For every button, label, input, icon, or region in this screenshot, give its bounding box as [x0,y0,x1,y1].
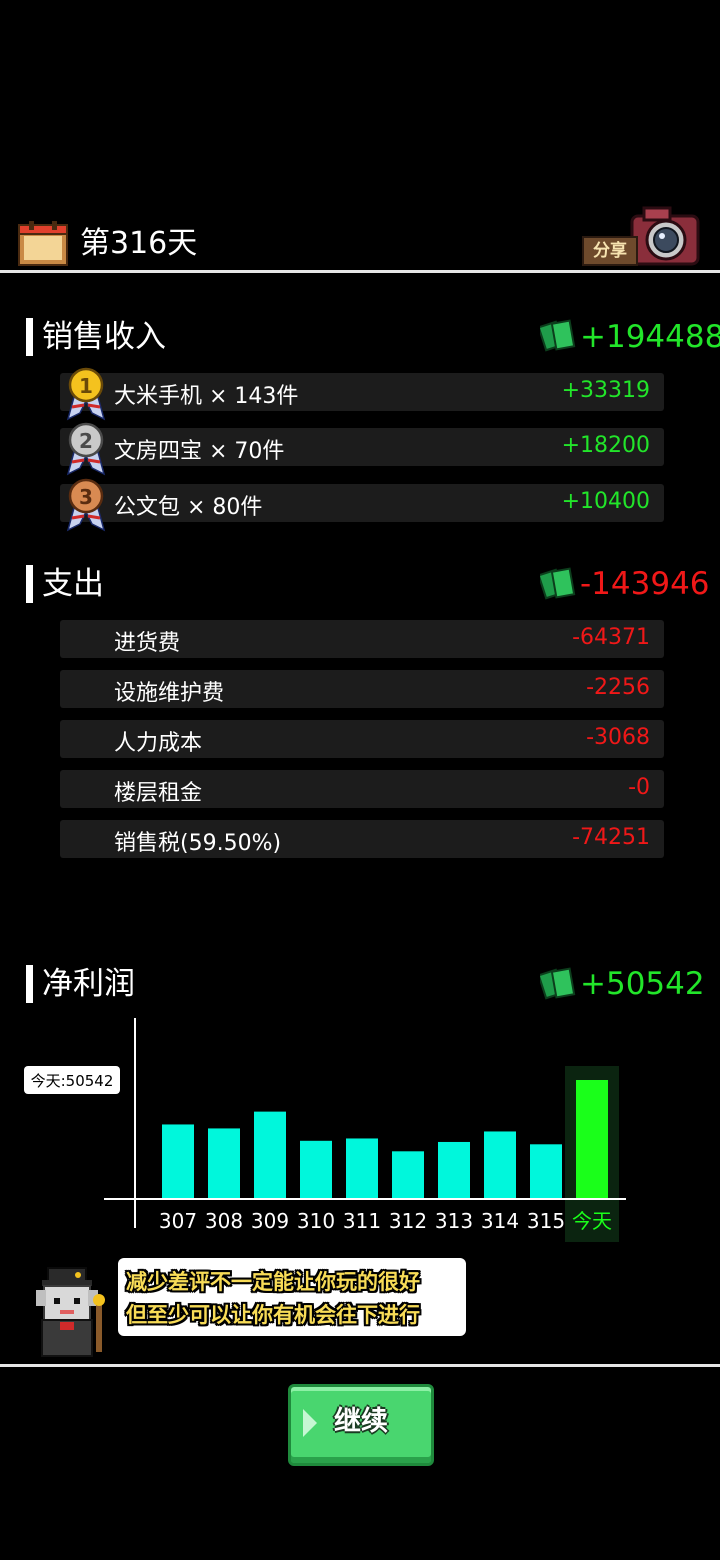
chart-bar [438,1141,470,1198]
expense-item-name: 人力成本 [114,731,203,756]
x-tick-label: 310 [297,1209,335,1233]
x-tick-label: 314 [481,1209,519,1233]
expense-item-value: -2256 [586,675,650,700]
expense-row: 楼层租金 -0 [60,770,664,808]
profit-section-bar [26,965,33,1003]
chart-bar [484,1131,516,1198]
sales-item-name: 大米手机 × 143件 [114,384,299,409]
chart-bar [254,1111,286,1198]
medal-rank: 3 [79,485,93,509]
expense-item-value: -64371 [572,625,650,650]
calendar-icon [18,221,68,266]
chart-bar [576,1080,608,1198]
profit-history-chart: 307 308 309 310 311 312 313 314 315 今天 今天:50542 [24,1018,626,1242]
x-tick-label: 312 [389,1209,427,1233]
tip-line-1: 减少差评不一定能让你玩的很好 [126,1270,420,1294]
expense-row: 设施维护费 -2256 [60,670,664,708]
share-button[interactable]: 分享 [578,204,702,268]
chart-bar [530,1144,562,1198]
share-label: 分享 [582,236,638,266]
x-tick-label: 今天 [572,1209,612,1233]
expense-item-value: -74251 [572,825,650,850]
expense-title: 支出 [42,566,104,602]
chart-bar [300,1140,332,1198]
bronze-medal-icon: 3 [66,478,106,532]
money-icon [540,567,576,600]
sales-item-name: 公文包 × 80件 [114,495,263,520]
expense-row: 人力成本 -3068 [60,720,664,758]
expense-item-name: 楼层租金 [114,781,203,806]
footer-divider [0,1364,720,1367]
sales-row-2: 2 文房四宝 × 70件 +18200 [60,422,664,476]
sales-total: +194488 [580,319,720,355]
profit-title: 净利润 [42,966,135,1002]
cat-mascot-icon [36,1267,105,1357]
sales-item-value: +33319 [561,378,650,403]
expense-item-name: 进货费 [114,631,181,656]
continue-button[interactable]: 继续 [288,1384,434,1466]
tip-bubble: 减少差评不一定能让你玩的很好 但至少可以让你有机会往下进行 [118,1258,466,1336]
x-tick-label: 308 [205,1209,243,1233]
expense-row: 销售税(59.50%) -74251 [60,820,664,858]
silver-medal-icon: 2 [66,422,106,476]
medal-rank: 1 [79,374,93,398]
sales-section-bar [26,318,33,356]
gold-medal-icon: 1 [66,367,106,421]
expense-item-name: 设施维护费 [114,681,225,706]
x-tick-label: 313 [435,1209,473,1233]
chart-bar [162,1124,194,1198]
money-icon [540,967,576,1000]
tip-line-2: 但至少可以让你有机会往下进行 [126,1303,420,1327]
expense-section-bar [26,565,33,603]
day-title: 第316天 [80,226,198,261]
medal-rank: 2 [79,429,93,453]
expense-item-name: 销售税(59.50%) [114,831,282,856]
sales-item-value: +10400 [561,489,650,514]
expense-total: -143946 [580,566,710,602]
continue-label: 继续 [334,1406,388,1437]
sales-row-3: 3 公文包 × 80件 +10400 [60,478,664,532]
x-tick-label: 307 [159,1209,197,1233]
money-icon [540,319,576,352]
x-tick-label: 309 [251,1209,289,1233]
today-value-label: 今天:50542 [31,1072,114,1090]
sales-item-name: 文房四宝 × 70件 [114,439,285,464]
sales-title: 销售收入 [42,319,166,355]
sales-item-value: +18200 [561,433,650,458]
header-divider [0,270,720,273]
expense-row: 进货费 -64371 [60,620,664,658]
profit-total: +50542 [580,966,705,1002]
expense-item-value: -3068 [586,725,650,750]
chart-bar [208,1128,240,1198]
sales-row-1: 1 大米手机 × 143件 +33319 [60,367,664,421]
expense-item-value: -0 [628,775,650,800]
x-tick-label: 315 [527,1209,565,1233]
chart-bar [346,1138,378,1198]
chart-bar [392,1151,424,1198]
x-tick-label: 311 [343,1209,381,1233]
